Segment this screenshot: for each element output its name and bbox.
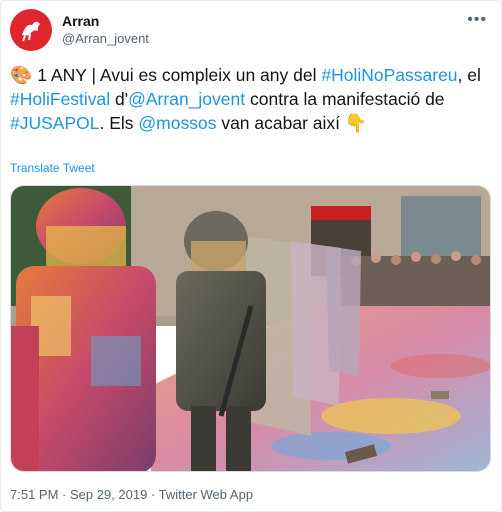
mention-link[interactable]: @Arran_jovent (128, 89, 245, 109)
text-seg: d' (110, 89, 129, 109)
text-seg: van acabar així (216, 113, 345, 133)
arran-logo-icon (22, 21, 40, 42)
hashtag-link[interactable]: #HoliNoPassareu (321, 65, 457, 85)
account-handle[interactable]: @Arran_jovent (62, 31, 149, 46)
hashtag-link[interactable]: #HoliFestival (10, 89, 110, 109)
palette-emoji: 🎨 (10, 65, 33, 85)
protest-photo (11, 186, 490, 471)
tweet-card: Arran @Arran_jovent ••• 🎨 1 ANY | Avui e… (0, 0, 502, 512)
mention-link[interactable]: @mossos (138, 113, 216, 133)
translate-tweet-link[interactable]: Translate Tweet (10, 161, 95, 175)
pointing-down-emoji: 👇 (344, 113, 368, 133)
hashtag-link[interactable]: #JUSAPOL (10, 113, 99, 133)
text-seg: contra la manifestació de (245, 89, 445, 109)
text-seg: 1 ANY | Avui es compleix un any del (32, 65, 322, 85)
tweet-timestamp[interactable]: 7:51 PM · Sep 29, 2019 · Twitter Web App (10, 487, 253, 502)
more-icon[interactable]: ••• (467, 11, 487, 29)
tweet-text: 🎨 1 ANY | Avui es compleix un any del #H… (10, 63, 490, 135)
avatar[interactable] (10, 9, 52, 51)
tweet-photo[interactable] (10, 185, 491, 472)
text-seg: , el (457, 65, 481, 85)
text-seg: . Els (99, 113, 139, 133)
account-name[interactable]: Arran (62, 13, 99, 29)
